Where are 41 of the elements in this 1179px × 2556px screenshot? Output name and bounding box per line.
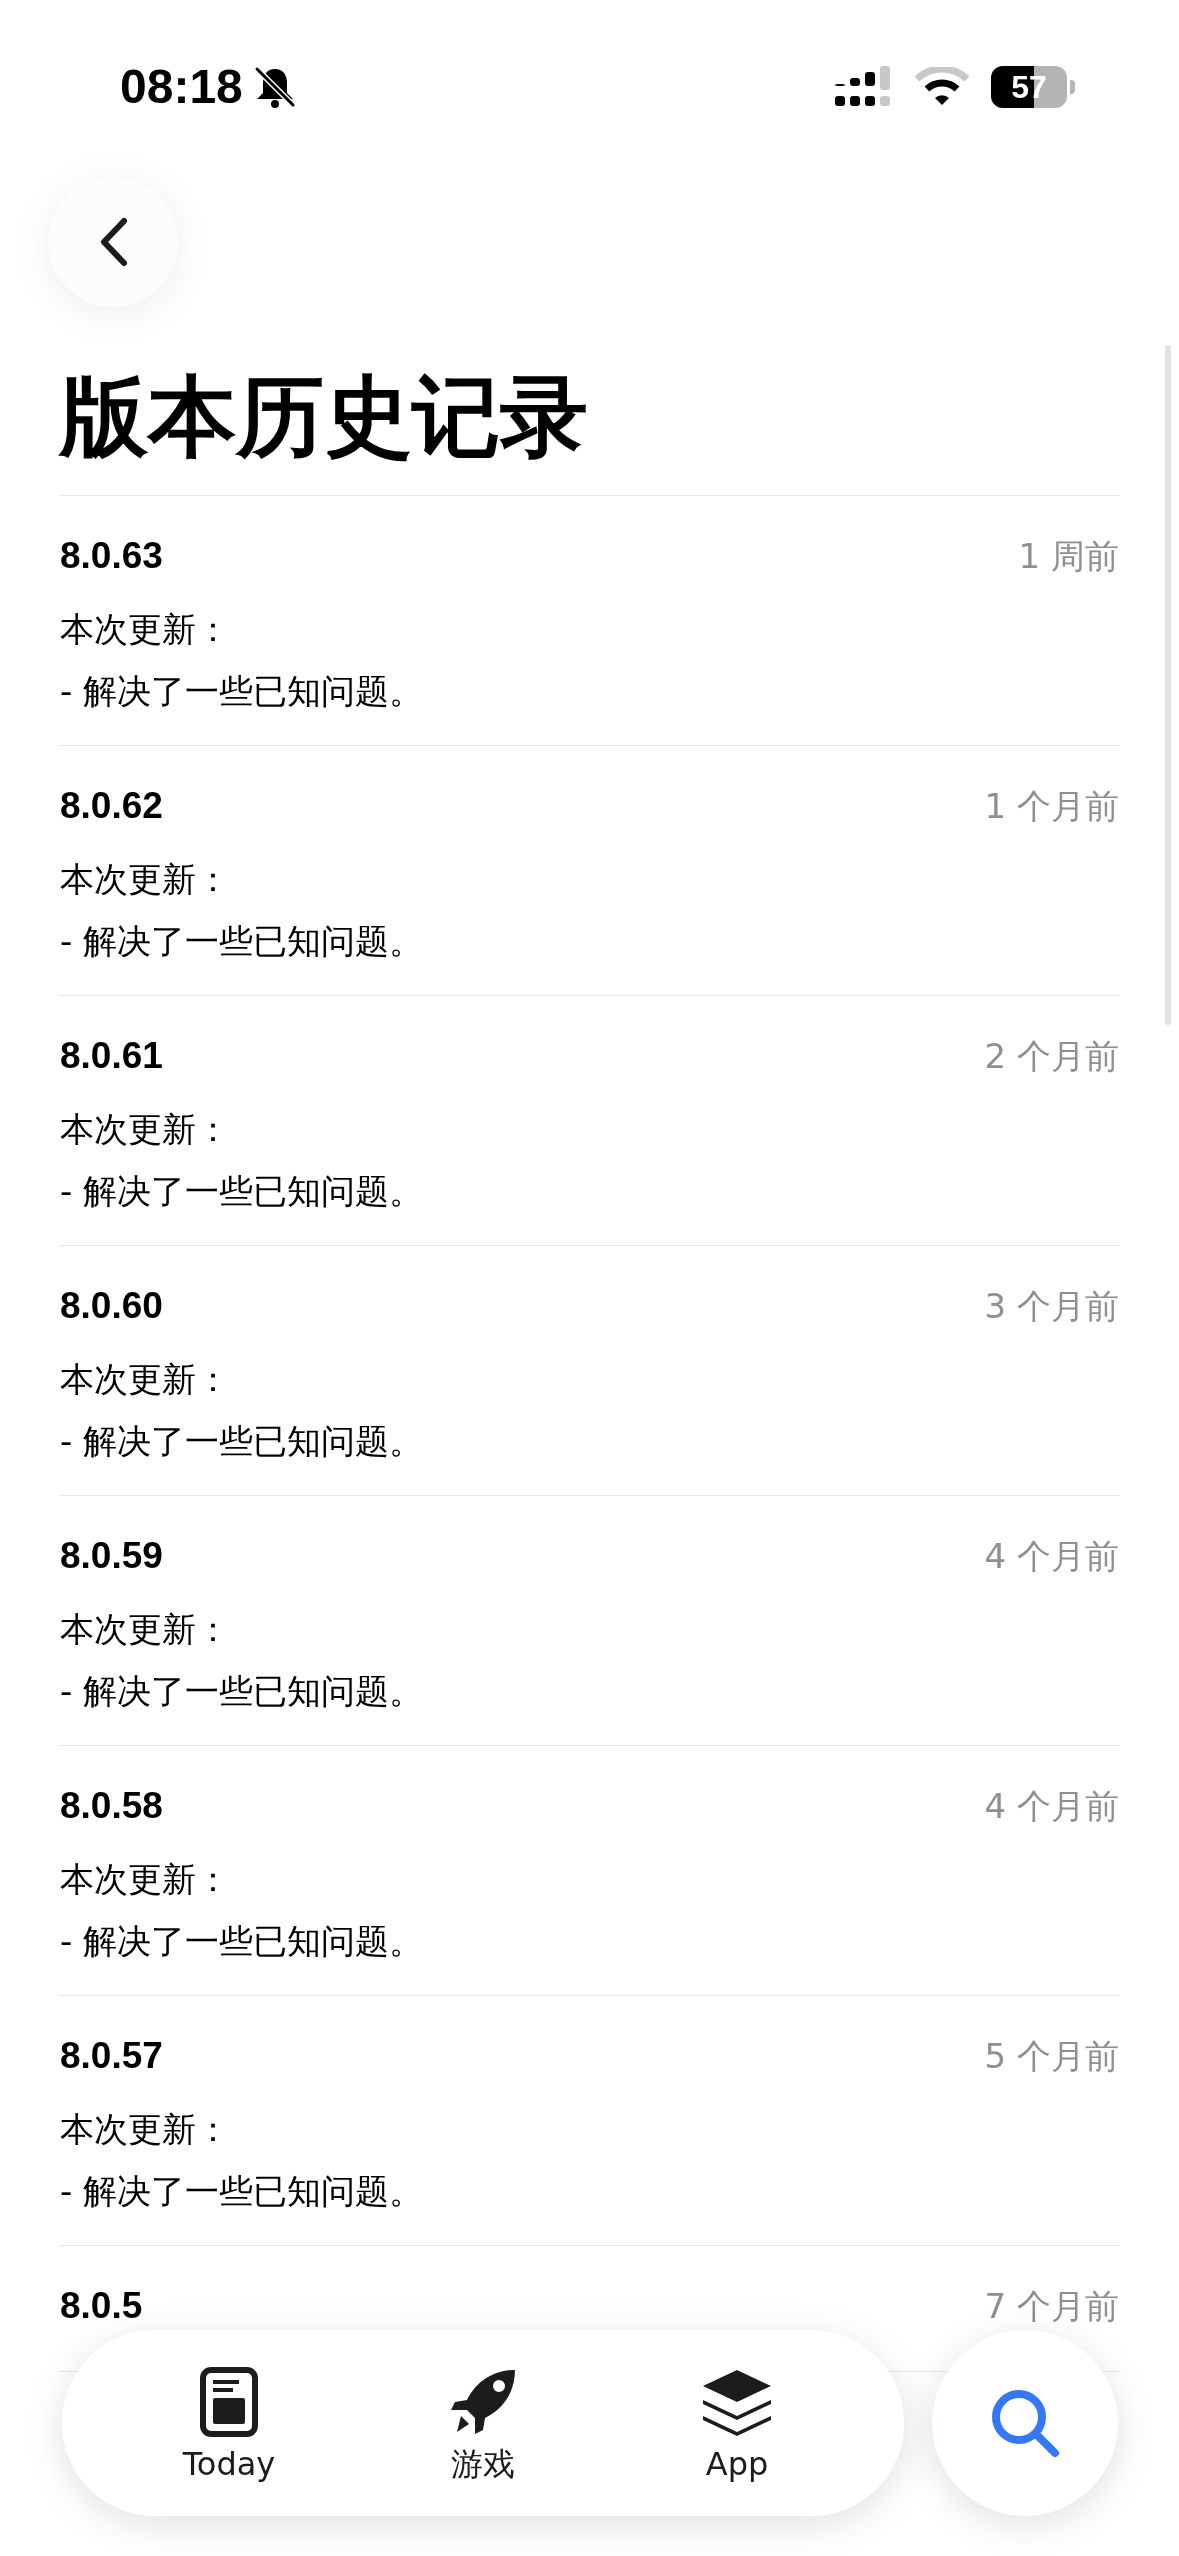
signal-icon	[835, 66, 893, 108]
release-date: 3 个月前	[984, 1284, 1119, 1328]
release-note: 本次更新：	[60, 1858, 231, 1901]
version-number: 8.0.60	[60, 1284, 163, 1329]
page-title: 版本历史记录	[60, 364, 589, 470]
release-date: 1 周前	[1018, 534, 1119, 578]
version-number: 8.0.5	[60, 2284, 143, 2329]
version-number: 8.0.59	[60, 1534, 163, 1579]
release-note: 本次更新：	[60, 2108, 231, 2151]
release-note: - 解决了一些已知问题。	[60, 1420, 425, 1463]
release-date: 7 个月前	[984, 2284, 1119, 2328]
tab-item[interactable]: App	[647, 2362, 827, 2484]
tab-item[interactable]: Today	[139, 2362, 319, 2484]
search-icon	[989, 2387, 1061, 2459]
release-note: 本次更新：	[60, 1108, 231, 1151]
release-note: 本次更新：	[60, 1358, 231, 1401]
release-date: 2 个月前	[984, 1034, 1119, 1078]
release-note: - 解决了一些已知问题。	[60, 1170, 425, 1213]
version-number: 8.0.58	[60, 1784, 163, 1829]
release-note: 本次更新：	[60, 858, 231, 901]
newspaper-icon	[199, 2366, 259, 2438]
release-date: 1 个月前	[984, 784, 1119, 828]
release-note: 本次更新：	[60, 1608, 231, 1651]
release-note: - 解决了一些已知问题。	[60, 670, 425, 713]
bell-off-icon	[252, 65, 297, 109]
chevron-left-icon	[98, 217, 128, 267]
version-number: 8.0.61	[60, 1034, 163, 1079]
release-note: - 解决了一些已知问题。	[60, 1920, 425, 1963]
release-date: 4 个月前	[984, 1534, 1119, 1578]
tab-item[interactable]: 游戏	[393, 2362, 573, 2484]
release-note: 本次更新：	[60, 608, 231, 651]
release-note: - 解决了一些已知问题。	[60, 1670, 425, 1713]
version-number: 8.0.63	[60, 534, 163, 579]
version-number: 8.0.57	[60, 2034, 163, 2079]
release-date: 4 个月前	[984, 1784, 1119, 1828]
release-date: 5 个月前	[984, 2034, 1119, 2078]
clock-time: 08:18	[120, 63, 243, 111]
release-note: - 解决了一些已知问题。	[60, 2170, 425, 2213]
release-note: - 解决了一些已知问题。	[60, 920, 425, 963]
version-number: 8.0.62	[60, 784, 163, 829]
wifi-icon	[915, 67, 969, 107]
